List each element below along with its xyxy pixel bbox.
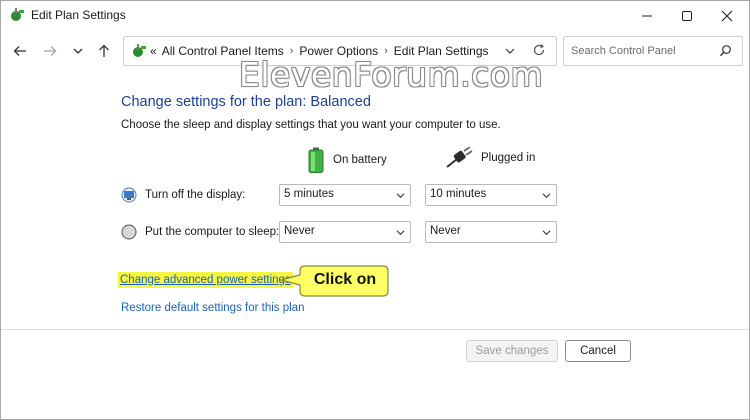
chevron-down-icon	[396, 230, 405, 236]
change-advanced-power-settings-link[interactable]: Change advanced power settings	[118, 272, 293, 288]
turn-off-display-label: Turn off the display:	[145, 189, 246, 201]
page-title: Change settings for the plan: Balanced	[121, 94, 371, 110]
maximize-button[interactable]	[667, 1, 707, 30]
sleep-battery-dropdown[interactable]: Never	[279, 221, 411, 243]
forward-arrow-icon	[44, 46, 57, 56]
search-icon	[720, 45, 731, 57]
column-header-battery: On battery	[307, 147, 387, 173]
back-button[interactable]	[9, 40, 31, 62]
plugged-in-label: Plugged in	[481, 152, 536, 164]
chevron-down-icon	[396, 193, 405, 199]
callout-text: Click on	[313, 271, 377, 288]
column-header-plugged: Plugged in	[445, 147, 535, 169]
minimize-button[interactable]	[627, 1, 667, 30]
forward-button[interactable]	[39, 40, 61, 62]
search-box[interactable]: Search Control Panel	[563, 36, 743, 66]
chevron-down-icon	[542, 230, 551, 236]
battery-label: On battery	[333, 154, 387, 166]
minimize-icon	[642, 15, 652, 16]
sleep-row: Put the computer to sleep:	[121, 224, 279, 240]
title-bar: Edit Plan Settings	[1, 1, 749, 30]
footer-divider	[1, 329, 749, 330]
save-changes-button[interactable]: Save changes	[466, 340, 558, 362]
search-input[interactable]: Search Control Panel	[571, 45, 676, 57]
up-button[interactable]	[93, 40, 115, 62]
back-arrow-icon	[13, 46, 26, 56]
display-plugged-dropdown[interactable]: 10 minutes	[425, 184, 557, 206]
maximize-icon	[682, 10, 692, 21]
display-plugged-value: 10 minutes	[430, 188, 487, 200]
chevron-down-icon	[73, 48, 83, 54]
close-icon	[721, 10, 733, 21]
close-button[interactable]	[707, 1, 747, 30]
restore-default-settings-link[interactable]: Restore default settings for this plan	[121, 302, 304, 314]
display-icon	[121, 187, 137, 203]
breadcrumb-prefix[interactable]: «	[150, 44, 157, 58]
power-plug-icon	[446, 147, 473, 168]
sleep-battery-value: Never	[284, 225, 315, 237]
power-options-app-icon	[11, 8, 24, 21]
display-battery-dropdown[interactable]: 5 minutes	[279, 184, 411, 206]
battery-icon	[308, 147, 324, 173]
sleep-moon-icon	[121, 224, 137, 240]
control-panel-icon	[133, 44, 146, 57]
page-subtitle: Choose the sleep and display settings th…	[121, 119, 501, 131]
cancel-button[interactable]: Cancel	[565, 340, 631, 362]
window-title: Edit Plan Settings	[31, 8, 126, 22]
sleep-plugged-dropdown[interactable]: Never	[425, 221, 557, 243]
sleep-label: Put the computer to sleep:	[145, 226, 280, 238]
turn-off-display-row: Turn off the display:	[121, 187, 245, 203]
recent-locations-button[interactable]	[67, 40, 89, 62]
sleep-plugged-value: Never	[430, 225, 461, 237]
edit-plan-settings-window: Edit Plan Settings « All Control Panel I…	[0, 0, 750, 420]
up-arrow-icon	[99, 44, 109, 57]
chevron-down-icon	[542, 193, 551, 199]
display-battery-value: 5 minutes	[284, 188, 334, 200]
